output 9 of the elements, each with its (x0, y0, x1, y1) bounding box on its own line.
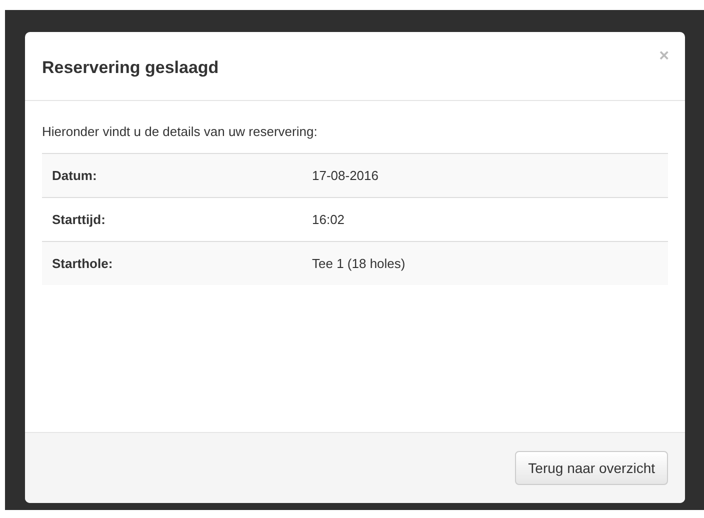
row-value: Tee 1 (18 holes) (312, 256, 406, 271)
row-value: 17-08-2016 (312, 168, 378, 183)
row-value: 16:02 (312, 212, 345, 227)
row-label: Starthole: (51, 256, 114, 271)
row-label: Starttijd: (51, 212, 106, 227)
intro-text: Hieronder vindt u de details van uw reservering: (42, 124, 318, 139)
row-label: Datum: (51, 168, 98, 183)
dialog-title: Reservering geslaagd (42, 58, 219, 78)
back-button[interactable]: Terug naar overzicht (515, 451, 668, 485)
